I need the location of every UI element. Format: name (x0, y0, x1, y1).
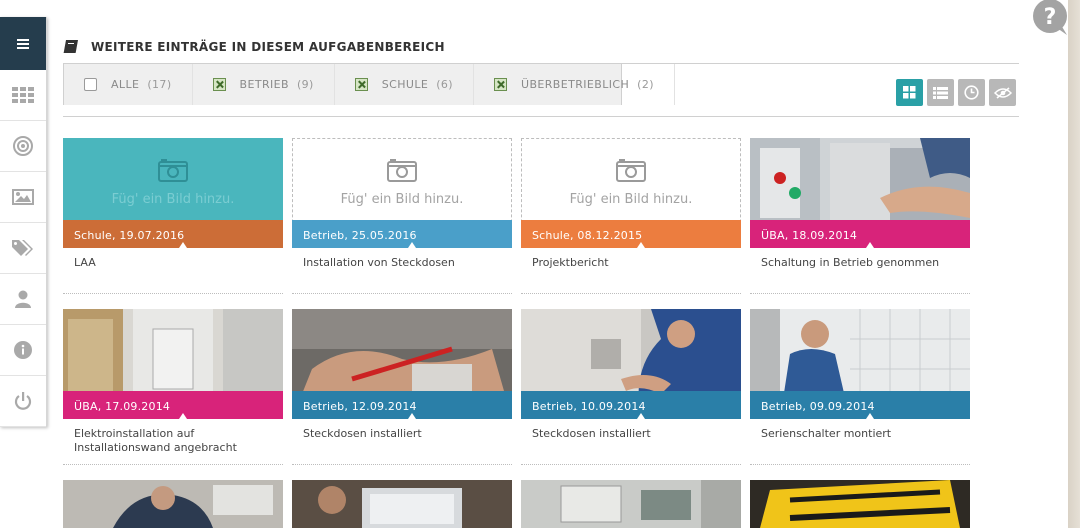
entry-title[interactable]: LAA (74, 256, 274, 270)
sidebar-item-logout[interactable] (0, 376, 46, 427)
filter-betrieb[interactable]: BETRIEB (9) (193, 64, 335, 105)
entry-category-date: Schule, 19.07.2016 (63, 220, 283, 248)
filter-count: (2) (637, 78, 654, 91)
filter-bar: ALLE (17) BETRIEB (9) SCHULE (6) ÜBERBET… (63, 64, 1019, 117)
sidebar-menu-button[interactable] (0, 17, 46, 70)
visibility-icon (993, 86, 1012, 99)
entry-card[interactable]: Betrieb, 12.09.2014 Steckdosen installie… (292, 309, 512, 465)
page: WEITERE EINTRÄGE IN DIESEM AUFGABENBEREI… (0, 0, 1068, 528)
entry-photo[interactable] (521, 480, 741, 528)
entry-card[interactable]: ÜBA, 17.09.2014 Elektroinstallation auf … (63, 309, 283, 465)
sidebar-item-grid[interactable] (0, 70, 46, 121)
add-image-text: Füg' ein Bild hinzu. (111, 191, 235, 207)
entry-card[interactable] (750, 480, 970, 528)
checkbox-checked-icon[interactable] (494, 78, 507, 91)
divider (292, 293, 512, 294)
filter-label: ÜBERBETRIEBLICH (521, 78, 630, 91)
filter-count: (6) (436, 78, 453, 91)
entry-card[interactable] (63, 480, 283, 528)
entry-category-date: ÜBA, 17.09.2014 (63, 391, 283, 419)
entry-card[interactable]: Füg' ein Bild hinzu. Schule, 08.12.2015 … (521, 138, 741, 294)
filter-label: BETRIEB (239, 78, 289, 91)
entry-photo[interactable] (750, 480, 970, 528)
section-header: WEITERE EINTRÄGE IN DIESEM AUFGABENBEREI… (63, 30, 1019, 64)
book-icon (63, 39, 78, 53)
entry-category-date: Betrieb, 25.05.2016 (292, 220, 512, 248)
timeline-view-button[interactable] (958, 79, 985, 106)
entry-category-date: Betrieb, 12.09.2014 (292, 391, 512, 419)
divider (750, 293, 970, 294)
checkbox-checked-icon[interactable] (354, 78, 368, 91)
sidebar-item-images[interactable] (0, 172, 46, 223)
section-title: WEITERE EINTRÄGE IN DIESEM AUFGABENBEREI… (91, 39, 445, 54)
entry-category-date: ÜBA, 18.09.2014 (750, 220, 970, 248)
entry-title[interactable]: Steckdosen installiert (303, 427, 503, 441)
camera-icon (387, 158, 417, 182)
sidebar-item-profile[interactable] (0, 274, 46, 325)
view-switcher (896, 79, 1016, 106)
entry-card[interactable]: Füg' ein Bild hinzu. Betrieb, 25.05.2016… (292, 138, 512, 294)
tags-icon (12, 240, 33, 256)
entry-title[interactable]: Projektbericht (532, 256, 732, 270)
add-image-text: Füg' ein Bild hinzu. (569, 191, 693, 207)
divider (750, 464, 970, 465)
entry-title[interactable]: Elektroinstallation auf Installationswan… (74, 427, 274, 455)
divider (63, 293, 283, 294)
checkbox-unchecked-icon[interactable] (84, 78, 97, 91)
user-icon (15, 290, 31, 308)
filter-all[interactable]: ALLE (17) (64, 64, 193, 105)
sidebar-item-tags[interactable] (0, 223, 46, 274)
entry-photo[interactable] (292, 480, 512, 528)
entry-card[interactable]: ÜBA, 18.09.2014 Schaltung in Betrieb gen… (750, 138, 970, 294)
grid-icon (12, 87, 34, 103)
tile-view-button[interactable] (896, 79, 923, 106)
image-icon (12, 189, 34, 205)
entry-title[interactable]: Serienschalter montiert (761, 427, 961, 441)
entry-category-date: Betrieb, 10.09.2014 (521, 391, 741, 419)
filter-count: (17) (147, 78, 172, 91)
clock-view-icon (964, 85, 979, 100)
camera-icon (158, 158, 188, 182)
list-view-icon (933, 86, 948, 99)
power-icon (14, 392, 32, 410)
filter-ueberbetrieblich[interactable]: ÜBERBETRIEBLICH (2) (474, 64, 675, 105)
add-image-text: Füg' ein Bild hinzu. (340, 191, 464, 207)
filter-label: ALLE (111, 78, 140, 91)
sidebar (0, 17, 47, 427)
help-button[interactable]: ? (1031, 0, 1068, 36)
entry-card[interactable] (521, 480, 741, 528)
divider (63, 464, 283, 465)
camera-icon (616, 158, 646, 182)
target-icon (13, 136, 33, 156)
filter-schule[interactable]: SCHULE (6) (335, 64, 474, 105)
info-icon (14, 341, 32, 359)
divider (521, 464, 741, 465)
entry-title[interactable]: Installation von Steckdosen (303, 256, 503, 270)
entry-category-date: Schule, 08.12.2015 (521, 220, 741, 248)
menu-icon (17, 38, 29, 49)
visibility-toggle-button[interactable] (989, 79, 1016, 106)
filter-label: SCHULE (381, 78, 429, 91)
sidebar-item-info[interactable] (0, 325, 46, 376)
entry-title[interactable]: Schaltung in Betrieb genommen (761, 256, 961, 270)
sidebar-item-target[interactable] (0, 121, 46, 172)
tile-view-icon (903, 86, 916, 99)
divider (292, 464, 512, 465)
list-view-button[interactable] (927, 79, 954, 106)
filter-tabs: ALLE (17) BETRIEB (9) SCHULE (6) ÜBERBET… (63, 64, 675, 105)
help-glyph: ? (1044, 5, 1057, 30)
window-edge (1068, 0, 1080, 528)
entry-card[interactable] (292, 480, 512, 528)
entry-photo[interactable] (63, 480, 283, 528)
entry-card[interactable]: Füg' ein Bild hinzu. Schule, 19.07.2016 … (63, 138, 283, 294)
entry-card[interactable]: Betrieb, 10.09.2014 Steckdosen installie… (521, 309, 741, 465)
entry-category-date: Betrieb, 09.09.2014 (750, 391, 970, 419)
entry-title[interactable]: Steckdosen installiert (532, 427, 732, 441)
divider (521, 293, 741, 294)
filter-count: (9) (296, 78, 314, 91)
entry-card[interactable]: Betrieb, 09.09.2014 Serienschalter monti… (750, 309, 970, 465)
help-icon: ? (1033, 0, 1067, 35)
checkbox-checked-icon[interactable] (212, 78, 226, 91)
